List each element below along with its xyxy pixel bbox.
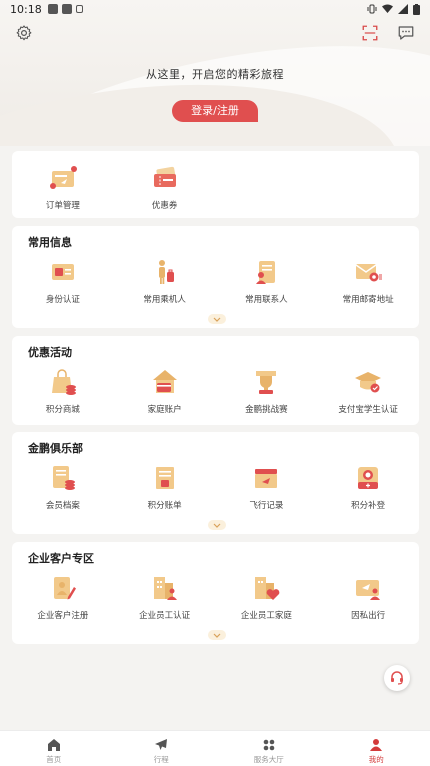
wifi-icon [382,4,393,13]
section-title: 企业客户专区 [28,552,94,565]
user-icon [370,739,383,751]
order-management-item[interactable]: 订单管理 [12,163,114,211]
points-mall-item[interactable]: 积分商城 [12,367,114,415]
expand-toggle[interactable] [208,630,226,640]
id-verification-item[interactable]: 身份认证 [12,257,114,305]
item-label: 因私出行 [351,611,386,621]
item-label: 积分补登 [351,501,386,511]
item-label: 积分账单 [147,501,182,511]
message-icon[interactable] [397,24,415,42]
grid-icon [263,739,275,751]
item-label: 会员档案 [45,501,80,511]
enterprise-register-item[interactable]: 企业客户注册 [12,573,114,621]
private-travel-icon [356,580,381,600]
signal-icon [398,4,408,14]
item-label: 飞行记录 [249,501,284,511]
login-register-button[interactable]: 登录/注册 [172,100,258,122]
contact-icon [256,261,276,284]
employee-family-item[interactable]: 企业员工家庭 [216,573,318,621]
item-label: 常用邮寄地址 [342,295,394,305]
home-icon [47,739,60,751]
points-bill-item[interactable]: 积分账单 [114,463,216,511]
flight-record-item[interactable]: 飞行记录 [216,463,318,511]
mailing-address-item[interactable]: 常用邮寄地址 [317,257,419,305]
family-account-item[interactable]: 家庭账户 [114,367,216,415]
item-label: 积分商城 [45,405,80,415]
enterprise-register-icon [53,577,76,600]
id-card-icon [51,264,74,280]
status-time: 10:18 [10,2,42,16]
student-icon [355,372,382,393]
welcome-tagline: 从这里，开启您的精彩旅程 [146,68,284,81]
headset-icon [391,671,403,685]
bottom-nav: 首页 行程 服务大厅 我的 [0,730,430,766]
nav-mine[interactable]: 我的 [323,731,430,766]
section-title: 金鹏俱乐部 [28,442,83,455]
coupon-icon [153,166,176,187]
nav-home[interactable]: 首页 [0,731,108,766]
coupon-label: 优惠券 [151,201,178,211]
nav-label: 服务大厅 [253,755,284,764]
item-label: 常用联系人 [245,295,288,305]
vibrate-icon [367,4,377,14]
chevron-down-icon [213,523,221,528]
employee-verify-item[interactable]: 企业员工认证 [114,573,216,621]
points-mall-icon [51,369,76,395]
section-enterprise: 企业客户专区 企业客户注册 企业员工认证 企业员工家庭 因私出行 [12,542,419,644]
expand-toggle[interactable] [208,520,226,530]
member-profile-item[interactable]: 会员档案 [12,463,114,511]
item-label: 企业客户注册 [37,611,89,621]
settings-icon[interactable] [15,24,33,42]
points-makeup-icon [358,467,379,489]
section-promotions: 优惠活动 积分商城 家庭账户 金鹏挑战赛 支付宝学生认证 [12,336,419,425]
notification-icon [61,4,72,14]
mail-address-icon [355,264,383,282]
chevron-down-icon [213,633,221,638]
item-label: 支付宝学生认证 [338,405,398,415]
private-travel-item[interactable]: 因私出行 [317,573,419,621]
employee-verify-icon [153,577,177,600]
item-label: 企业员工家庭 [240,611,292,621]
nav-label: 首页 [46,755,62,764]
item-label: 家庭账户 [147,405,182,415]
order-management-label: 订单管理 [45,201,80,211]
frequent-contact-item[interactable]: 常用联系人 [216,257,318,305]
quick-card: 订单管理 优惠券 [12,151,419,218]
section-title: 优惠活动 [28,346,72,359]
nav-label: 我的 [368,755,384,764]
section-title: 常用信息 [28,236,72,249]
frequent-passenger-item[interactable]: 常用乘机人 [114,257,216,305]
student-verify-item[interactable]: 支付宝学生认证 [317,367,419,415]
flight-record-icon [255,469,278,488]
notification-icon [47,4,58,14]
plane-icon [155,739,168,750]
employee-family-icon [255,577,280,600]
member-profile-icon [52,466,75,490]
status-bar: 10:18 [0,0,430,18]
battery-icon [413,3,420,15]
nav-trips[interactable]: 行程 [108,731,216,766]
trophy-icon [256,371,277,394]
family-account-icon [152,370,177,393]
scan-icon[interactable] [361,24,379,42]
section-club: 金鹏俱乐部 会员档案 积分账单 飞行记录 积分补登 [12,432,419,534]
coupon-item[interactable]: 优惠券 [114,163,216,211]
points-bill-icon [155,467,174,489]
notification-icon [75,5,83,13]
customer-service-button[interactable] [384,665,410,691]
nav-label: 行程 [153,755,169,764]
chevron-down-icon [213,317,221,322]
challenge-item[interactable]: 金鹏挑战赛 [216,367,318,415]
item-label: 身份认证 [45,295,80,305]
passenger-icon [158,260,174,284]
section-common-info: 常用信息 身份认证 常用乘机人 常用联系人 常用邮寄地址 [12,226,419,328]
item-label: 常用乘机人 [143,295,186,305]
item-label: 企业员工认证 [139,611,191,621]
expand-toggle[interactable] [208,314,226,324]
nav-service-hall[interactable]: 服务大厅 [215,731,323,766]
item-label: 金鹏挑战赛 [245,405,288,415]
order-icon [49,166,77,189]
points-makeup-item[interactable]: 积分补登 [317,463,419,511]
